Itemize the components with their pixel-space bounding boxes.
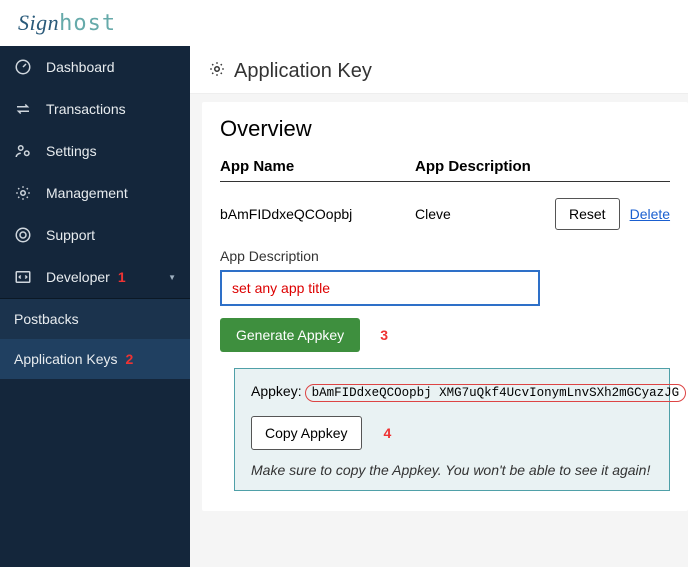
overview-heading: Overview [220,116,670,142]
annotation-2: 2 [126,351,134,367]
overview-panel: Overview App Name App Description bAmFID… [202,102,688,511]
sidebar-subitem-application-keys[interactable]: Application Keys 2 [0,339,190,379]
table-header: App Name App Description [220,158,670,182]
col-app-name: App Name [220,158,415,175]
cell-app-name: bAmFIDdxeQCOopbj [220,206,415,222]
cell-app-description: Cleve [415,206,555,222]
appkey-label: Appkey: [251,383,302,399]
life-ring-icon [14,226,36,244]
user-gear-icon [14,142,36,160]
page-title: Application Key [234,60,372,83]
logo-sign: Sign [18,10,59,35]
sidebar-item-label: Settings [46,143,97,159]
gauge-icon [14,58,36,76]
sidebar-item-label: Dashboard [46,59,115,75]
chevron-down-icon: ▼ [168,273,176,282]
table-row: bAmFIDdxeQCOopbj Cleve Reset Delete [220,198,670,230]
sidebar-item-label: Application Keys [14,351,118,367]
gear-icon [208,60,226,83]
sidebar: Dashboard Transactions Settings Manageme… [0,46,190,567]
appkey-note: Make sure to copy the Appkey. You won't … [251,462,653,478]
code-icon [14,268,36,286]
sidebar-item-transactions[interactable]: Transactions [0,88,190,130]
annotation-3: 3 [380,327,388,343]
annotation-4: 4 [384,425,392,441]
sidebar-item-label: Developer [46,269,110,285]
delete-link[interactable]: Delete [630,206,670,222]
generate-appkey-button[interactable]: Generate Appkey [220,318,360,352]
sidebar-item-label: Management [46,185,128,201]
sidebar-item-settings[interactable]: Settings [0,130,190,172]
copy-appkey-button[interactable]: Copy Appkey [251,416,362,450]
appkey-panel: Appkey: bAmFIDdxeQCOopbj XMG7uQkf4UcvIon… [234,368,670,491]
sidebar-item-management[interactable]: Management [0,172,190,214]
gear-icon [14,184,36,202]
col-app-description: App Description [415,158,670,175]
main-content: Application Key Overview App Name App De… [190,46,688,567]
sidebar-item-label: Support [46,227,95,243]
sidebar-item-developer[interactable]: Developer 1 ▼ [0,256,190,299]
sidebar-subitem-postbacks[interactable]: Postbacks [0,299,190,339]
page-header: Application Key [190,46,688,94]
logo: Signhost [0,0,688,46]
arrows-icon [14,100,36,118]
sidebar-item-label: Transactions [46,101,126,117]
sidebar-item-label: Postbacks [14,311,79,327]
sidebar-item-support[interactable]: Support [0,214,190,256]
reset-button[interactable]: Reset [555,198,620,230]
logo-host: host [59,11,116,36]
app-description-input[interactable] [220,270,540,306]
annotation-1: 1 [118,269,126,285]
sidebar-item-dashboard[interactable]: Dashboard [0,46,190,88]
app-description-label: App Description [220,248,670,264]
appkey-value: bAmFIDdxeQCOopbj XMG7uQkf4UcvIonymLnvSXh… [305,384,687,402]
